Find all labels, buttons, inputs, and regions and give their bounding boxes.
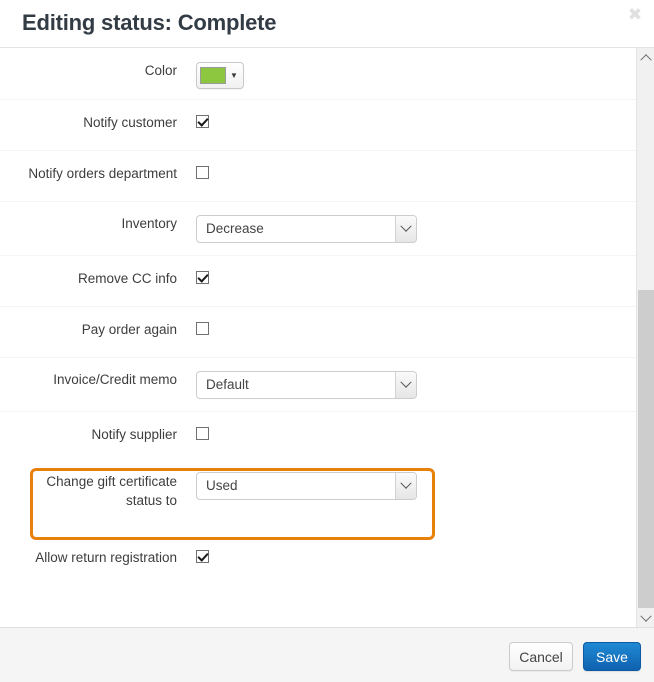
- select-gift-certificate-status-value: Used: [206, 478, 238, 493]
- chevron-down-icon: ▼: [230, 70, 238, 80]
- checkbox-allow-return-registration[interactable]: [196, 550, 209, 563]
- select-invoice-credit-memo-value: Default: [206, 377, 249, 392]
- control-invoice-credit-memo: Default: [177, 371, 636, 399]
- select-invoice-credit-memo[interactable]: Default: [196, 371, 417, 399]
- label-inventory: Inventory: [121, 216, 177, 231]
- page-title: Editing status: Complete: [22, 10, 277, 35]
- form-row-allow-return-registration: Allow return registration: [0, 533, 636, 581]
- vertical-scrollbar[interactable]: [636, 48, 654, 627]
- label-allow-return-registration: Allow return registration: [35, 550, 177, 565]
- label-remove-cc-info: Remove CC info: [77, 271, 177, 286]
- chevron-up-icon[interactable]: [637, 48, 654, 65]
- control-notify-orders-department: [177, 165, 636, 183]
- control-remove-cc-info: [177, 270, 636, 288]
- control-pay-order-again: [177, 321, 636, 339]
- form-row-inventory: Inventory Decrease: [0, 202, 636, 256]
- color-picker-button[interactable]: ▼: [196, 62, 244, 89]
- select-gift-certificate-status[interactable]: Used: [196, 472, 417, 500]
- label-change-gift-certificate-status: Change gift certificate status to: [46, 474, 177, 508]
- color-swatch: [200, 67, 226, 84]
- control-change-gift-certificate-status: Used: [177, 472, 636, 500]
- control-allow-return-registration: [177, 549, 636, 567]
- label-notify-orders-department: Notify orders department: [28, 166, 177, 181]
- editing-status-dialog: Editing status: Complete ✖ Color ▼ Notif…: [0, 0, 654, 682]
- checkbox-notify-supplier[interactable]: [196, 427, 209, 440]
- checkbox-pay-order-again[interactable]: [196, 322, 209, 335]
- label-notify-customer: Notify customer: [83, 115, 177, 130]
- select-inventory-value: Decrease: [206, 221, 264, 236]
- checkbox-remove-cc-info[interactable]: [196, 271, 209, 284]
- label-pay-order-again: Pay order again: [81, 322, 177, 337]
- dialog-header: Editing status: Complete ✖: [0, 0, 654, 48]
- chevron-down-icon: [395, 372, 416, 398]
- dialog-body: Color ▼ Notify customer Notify orders de…: [0, 48, 636, 627]
- form-row-notify-orders-department: Notify orders department: [0, 151, 636, 202]
- close-icon[interactable]: ✖: [625, 5, 645, 25]
- control-color: ▼: [177, 62, 636, 89]
- chevron-down-icon: [395, 473, 416, 499]
- form-row-change-gift-certificate-status: Change gift certificate status to Used: [0, 456, 636, 533]
- control-notify-supplier: [177, 426, 636, 444]
- cancel-button[interactable]: Cancel: [509, 642, 573, 671]
- label-invoice-credit-memo: Invoice/Credit memo: [53, 372, 177, 387]
- select-inventory[interactable]: Decrease: [196, 215, 417, 243]
- form-row-remove-cc-info: Remove CC info: [0, 256, 636, 307]
- form-row-pay-order-again: Pay order again: [0, 307, 636, 358]
- checkbox-notify-customer[interactable]: [196, 115, 209, 128]
- label-notify-supplier: Notify supplier: [91, 427, 177, 442]
- label-color: Color: [144, 63, 177, 78]
- form-row-invoice-credit-memo: Invoice/Credit memo Default: [0, 358, 636, 412]
- chevron-down-icon: [395, 216, 416, 242]
- chevron-down-icon[interactable]: [637, 610, 654, 627]
- control-notify-customer: [177, 114, 636, 132]
- control-inventory: Decrease: [177, 215, 636, 243]
- scrollbar-thumb[interactable]: [638, 290, 654, 608]
- form-row-notify-customer: Notify customer: [0, 100, 636, 151]
- form-row-color: Color ▼: [0, 48, 636, 100]
- checkbox-notify-orders-department[interactable]: [196, 166, 209, 179]
- dialog-footer: Cancel Save: [0, 627, 654, 682]
- form-row-notify-supplier: Notify supplier: [0, 412, 636, 456]
- save-button[interactable]: Save: [583, 642, 641, 671]
